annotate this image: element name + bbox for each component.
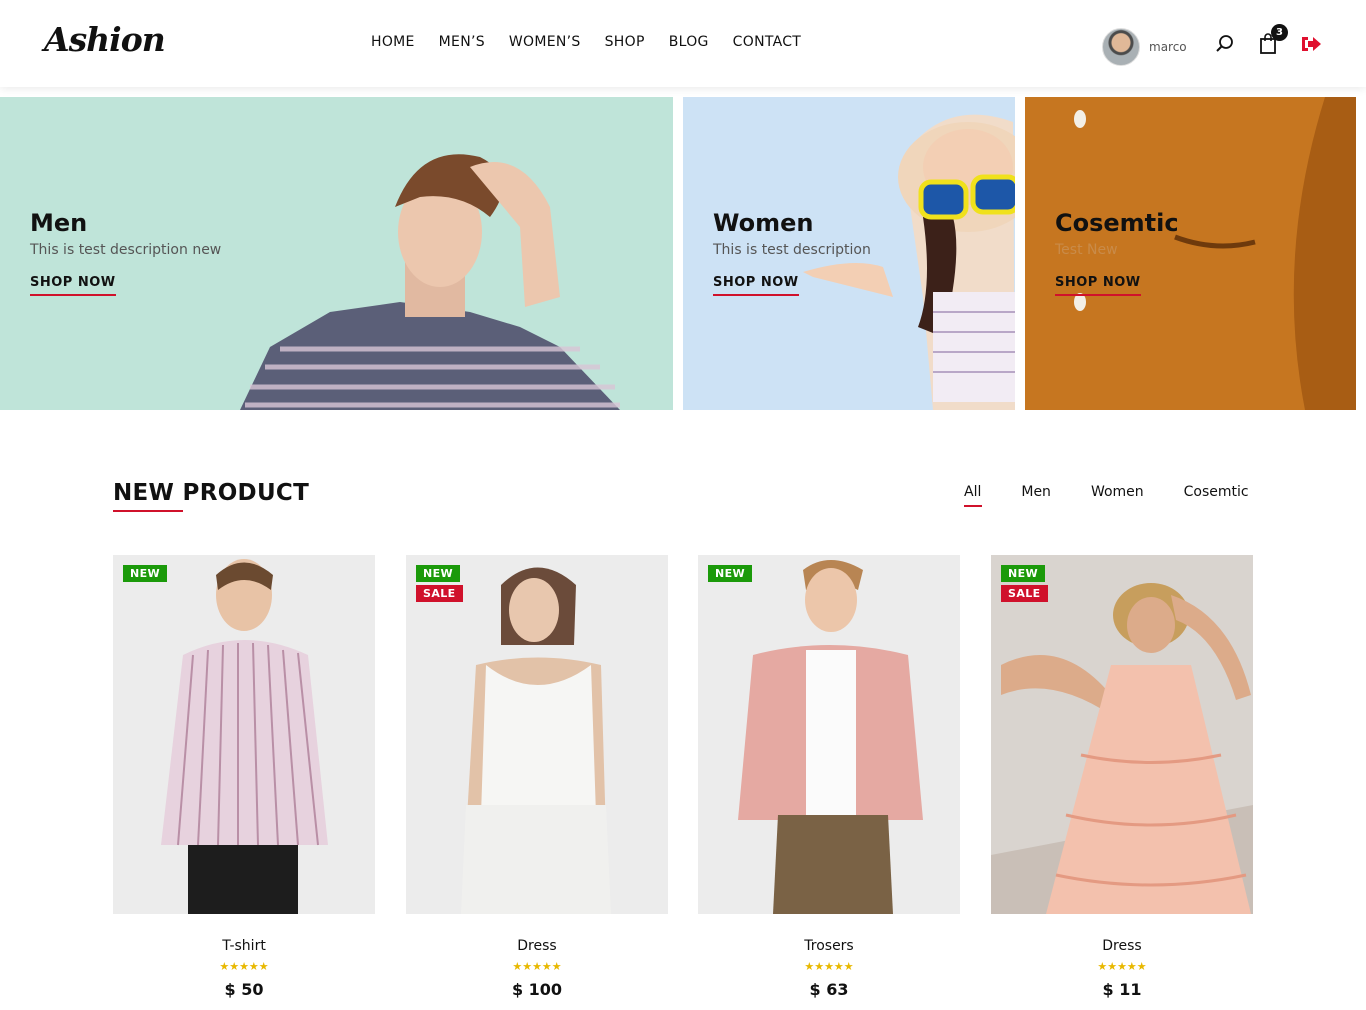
new-tag: NEW bbox=[123, 565, 168, 582]
product-photo-dress bbox=[991, 555, 1253, 914]
banner-women-description: This is test description bbox=[713, 242, 871, 258]
banner-women: Women This is test description SHOP NOW bbox=[683, 97, 1015, 410]
sale-tag: SALE bbox=[416, 585, 463, 602]
rating-stars: ★★★★★ bbox=[1097, 960, 1147, 973]
product-image[interactable]: NEW SALE bbox=[406, 555, 668, 914]
rating-stars: ★★★★★ bbox=[219, 960, 269, 973]
product-card[interactable]: NEW Trosers ★★★★★ $ 63 bbox=[698, 555, 960, 999]
rating-stars: ★★★★★ bbox=[512, 960, 562, 973]
site-header: Ashion HOME MEN’S WOMEN’S SHOP BLOG CONT… bbox=[0, 0, 1366, 87]
banner-men: Men This is test description new SHOP NO… bbox=[0, 97, 673, 410]
username: marco bbox=[1149, 40, 1187, 54]
filter-all[interactable]: All bbox=[964, 484, 981, 500]
rating-stars: ★★★★★ bbox=[804, 960, 854, 973]
banner-cosmetic-title: Cosemtic bbox=[1055, 209, 1179, 237]
avatar[interactable] bbox=[1102, 28, 1140, 66]
new-tag: NEW bbox=[416, 565, 461, 582]
search-icon[interactable] bbox=[1214, 33, 1236, 55]
nav-mens[interactable]: MEN’S bbox=[439, 34, 485, 50]
product-image[interactable]: NEW bbox=[698, 555, 960, 914]
banner-cosmetic: Cosemtic Test New SHOP NOW bbox=[1025, 97, 1356, 410]
new-tag: NEW bbox=[708, 565, 753, 582]
banner-men-description: This is test description new bbox=[30, 242, 222, 258]
product-name[interactable]: Dress bbox=[406, 938, 668, 954]
product-price: $ 63 bbox=[809, 980, 849, 999]
product-price: $ 11 bbox=[1102, 980, 1142, 999]
product-card[interactable]: NEW SALE Dress ★★★★★ $ 11 bbox=[991, 555, 1253, 999]
product-photo-trousers bbox=[738, 560, 923, 914]
filter-women[interactable]: Women bbox=[1091, 484, 1144, 500]
product-image[interactable]: NEW SALE bbox=[991, 555, 1253, 914]
banner-men-shop-now-link[interactable]: SHOP NOW bbox=[30, 275, 116, 296]
banner-cosmetic-shop-now-link[interactable]: SHOP NOW bbox=[1055, 275, 1141, 296]
cart-count-badge: 3 bbox=[1271, 24, 1288, 41]
sale-tag: SALE bbox=[1001, 585, 1048, 602]
nav-contact[interactable]: CONTACT bbox=[733, 34, 802, 50]
product-filters: All Men Women Cosemtic bbox=[964, 484, 1289, 500]
product-photo-dress bbox=[461, 567, 611, 914]
banner-women-shop-now-link[interactable]: SHOP NOW bbox=[713, 275, 799, 296]
product-image[interactable]: NEW bbox=[113, 555, 375, 914]
banner-cosmetic-description: Test New bbox=[1055, 242, 1118, 258]
product-card[interactable]: NEW SALE Dress ★★★★★ $ 100 bbox=[406, 555, 668, 999]
user-profile[interactable]: marco bbox=[1102, 28, 1187, 66]
nav-shop[interactable]: SHOP bbox=[605, 34, 645, 50]
product-price: $ 100 bbox=[511, 980, 563, 999]
banner-men-title: Men bbox=[30, 209, 88, 237]
product-name[interactable]: Dress bbox=[991, 938, 1253, 954]
banner-women-title: Women bbox=[713, 209, 814, 237]
product-name[interactable]: Trosers bbox=[698, 938, 960, 954]
nav-home[interactable]: HOME bbox=[371, 34, 415, 50]
product-card[interactable]: NEW T-shirt ★★★★★ $ 50 bbox=[113, 555, 375, 999]
section-title-underline bbox=[113, 510, 183, 512]
main-nav: HOME MEN’S WOMEN’S SHOP BLOG CONTACT bbox=[371, 34, 825, 50]
filter-men[interactable]: Men bbox=[1021, 484, 1051, 500]
new-tag: NEW bbox=[1001, 565, 1046, 582]
section-title: NEW PRODUCT bbox=[113, 480, 310, 506]
nav-womens[interactable]: WOMEN’S bbox=[509, 34, 581, 50]
site-logo[interactable]: Ashion bbox=[44, 20, 166, 59]
product-photo-tshirt bbox=[161, 559, 328, 914]
active-filter-underline bbox=[964, 505, 982, 507]
product-price: $ 50 bbox=[224, 980, 264, 999]
logout-icon[interactable] bbox=[1300, 33, 1322, 55]
nav-blog[interactable]: BLOG bbox=[669, 34, 709, 50]
filter-cosmetic[interactable]: Cosemtic bbox=[1184, 484, 1249, 500]
product-name[interactable]: T-shirt bbox=[113, 938, 375, 954]
